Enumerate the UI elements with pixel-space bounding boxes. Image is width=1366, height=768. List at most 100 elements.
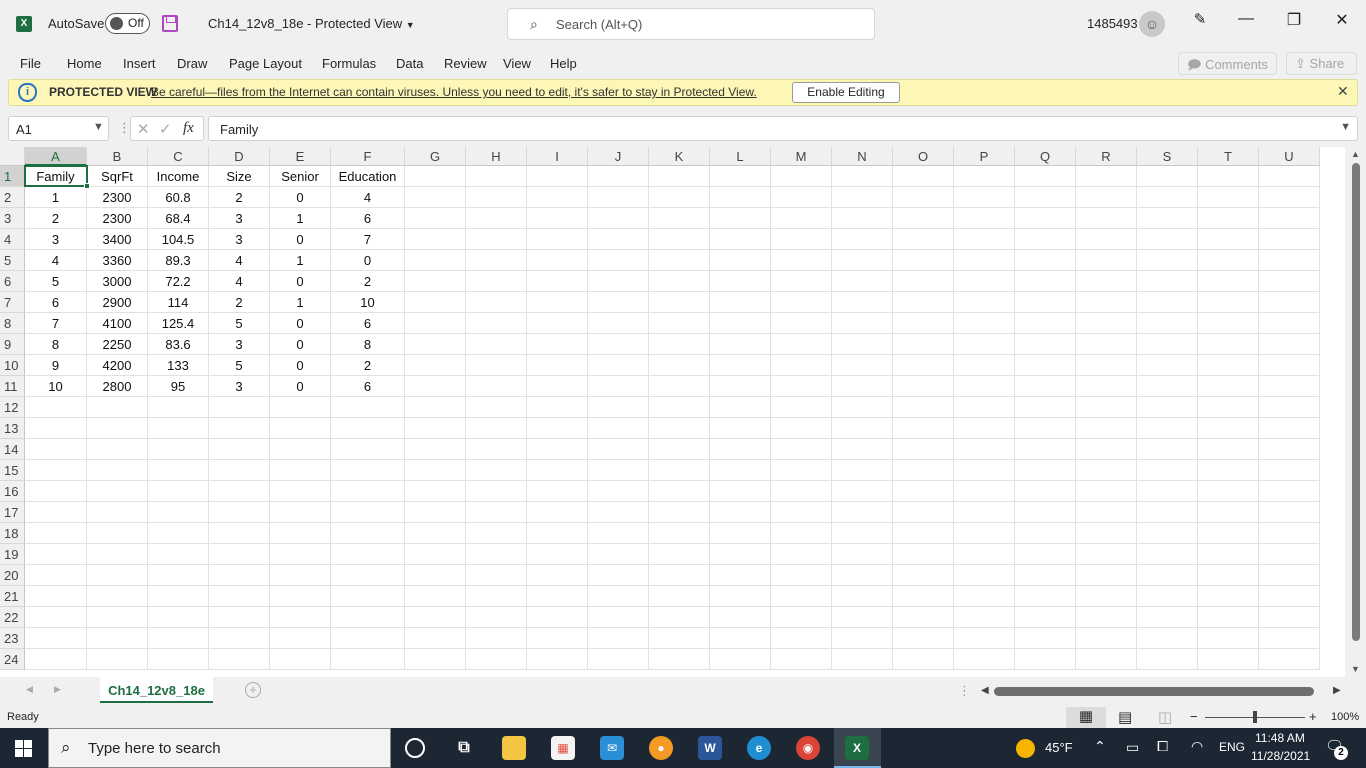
cell-I5[interactable] — [527, 250, 588, 271]
cell-P4[interactable] — [954, 229, 1015, 250]
cell-I1[interactable] — [527, 166, 588, 187]
cell-U24[interactable] — [1259, 649, 1320, 670]
formula-input[interactable]: Family ▼ — [208, 116, 1358, 141]
cell-N21[interactable] — [832, 586, 893, 607]
cell-E8[interactable]: 0 — [270, 313, 331, 334]
cell-D9[interactable]: 3 — [209, 334, 270, 355]
cell-T12[interactable] — [1198, 397, 1259, 418]
cell-A24[interactable] — [25, 649, 87, 670]
cell-K21[interactable] — [649, 586, 710, 607]
cell-Q6[interactable] — [1015, 271, 1076, 292]
cell-L4[interactable] — [710, 229, 771, 250]
column-header-N[interactable]: N — [832, 147, 893, 166]
cell-Q11[interactable] — [1015, 376, 1076, 397]
search-box[interactable]: ⌕ Search (Alt+Q) — [507, 8, 875, 40]
cell-E18[interactable] — [270, 523, 331, 544]
cell-D5[interactable]: 4 — [209, 250, 270, 271]
tab-draw[interactable]: Draw — [177, 56, 207, 71]
cell-K2[interactable] — [649, 187, 710, 208]
cell-G10[interactable] — [405, 355, 466, 376]
cell-A13[interactable] — [25, 418, 87, 439]
cell-O4[interactable] — [893, 229, 954, 250]
windows-start-icon[interactable] — [15, 740, 32, 757]
cell-M15[interactable] — [771, 460, 832, 481]
cell-C9[interactable]: 83.6 — [148, 334, 209, 355]
cell-S13[interactable] — [1137, 418, 1198, 439]
cell-I18[interactable] — [527, 523, 588, 544]
tab-splitter-icon[interactable]: ⋮ — [958, 683, 971, 699]
cell-S20[interactable] — [1137, 565, 1198, 586]
cell-F21[interactable] — [331, 586, 405, 607]
cell-T5[interactable] — [1198, 250, 1259, 271]
cell-E1[interactable]: Senior — [270, 166, 331, 187]
cell-N20[interactable] — [832, 565, 893, 586]
cell-F20[interactable] — [331, 565, 405, 586]
cell-F24[interactable] — [331, 649, 405, 670]
cell-N7[interactable] — [832, 292, 893, 313]
display-icon[interactable]: ⧠ — [1157, 738, 1168, 755]
cell-D22[interactable] — [209, 607, 270, 628]
cell-P3[interactable] — [954, 208, 1015, 229]
cell-B12[interactable] — [87, 397, 148, 418]
cell-C22[interactable] — [148, 607, 209, 628]
cell-T21[interactable] — [1198, 586, 1259, 607]
cell-R17[interactable] — [1076, 502, 1137, 523]
cell-P22[interactable] — [954, 607, 1015, 628]
cell-Q2[interactable] — [1015, 187, 1076, 208]
cell-L5[interactable] — [710, 250, 771, 271]
cell-K7[interactable] — [649, 292, 710, 313]
cell-M6[interactable] — [771, 271, 832, 292]
cell-L24[interactable] — [710, 649, 771, 670]
cell-K20[interactable] — [649, 565, 710, 586]
cell-N5[interactable] — [832, 250, 893, 271]
cell-G19[interactable] — [405, 544, 466, 565]
avast-browser-icon[interactable]: ● — [649, 736, 673, 760]
row-header-9[interactable]: 9 — [0, 334, 25, 355]
cell-F14[interactable] — [331, 439, 405, 460]
cell-I10[interactable] — [527, 355, 588, 376]
cell-J17[interactable] — [588, 502, 649, 523]
cell-H13[interactable] — [466, 418, 527, 439]
cell-B10[interactable]: 4200 — [87, 355, 148, 376]
cell-J14[interactable] — [588, 439, 649, 460]
cell-C3[interactable]: 68.4 — [148, 208, 209, 229]
cell-B15[interactable] — [87, 460, 148, 481]
cell-H18[interactable] — [466, 523, 527, 544]
minimize-button[interactable]: — — [1231, 10, 1261, 28]
cell-G15[interactable] — [405, 460, 466, 481]
cell-S4[interactable] — [1137, 229, 1198, 250]
cell-E16[interactable] — [270, 481, 331, 502]
cell-B18[interactable] — [87, 523, 148, 544]
row-header-22[interactable]: 22 — [0, 607, 25, 628]
cell-C13[interactable] — [148, 418, 209, 439]
cell-F1[interactable]: Education — [331, 166, 405, 187]
word-icon[interactable]: W — [698, 736, 722, 760]
cell-F9[interactable]: 8 — [331, 334, 405, 355]
cell-J8[interactable] — [588, 313, 649, 334]
cell-H11[interactable] — [466, 376, 527, 397]
cell-K24[interactable] — [649, 649, 710, 670]
row-header-17[interactable]: 17 — [0, 502, 25, 523]
cell-H14[interactable] — [466, 439, 527, 460]
row-header-4[interactable]: 4 — [0, 229, 25, 250]
cell-O5[interactable] — [893, 250, 954, 271]
cell-I19[interactable] — [527, 544, 588, 565]
column-header-D[interactable]: D — [209, 147, 270, 166]
cell-R3[interactable] — [1076, 208, 1137, 229]
name-box[interactable]: A1 ▼ — [8, 116, 109, 141]
check-icon[interactable]: ✓ — [159, 120, 172, 138]
cell-T15[interactable] — [1198, 460, 1259, 481]
cell-I13[interactable] — [527, 418, 588, 439]
cell-F22[interactable] — [331, 607, 405, 628]
coauthoring-icon[interactable]: ✎ — [1185, 10, 1215, 28]
cell-L21[interactable] — [710, 586, 771, 607]
cell-U14[interactable] — [1259, 439, 1320, 460]
weather-temp[interactable]: 45°F — [1045, 740, 1073, 755]
cell-C24[interactable] — [148, 649, 209, 670]
cell-P12[interactable] — [954, 397, 1015, 418]
cell-D23[interactable] — [209, 628, 270, 649]
column-header-C[interactable]: C — [148, 147, 209, 166]
cell-A21[interactable] — [25, 586, 87, 607]
protected-view-message[interactable]: Be careful—files from the Internet can c… — [151, 85, 757, 99]
cell-A9[interactable]: 8 — [25, 334, 87, 355]
